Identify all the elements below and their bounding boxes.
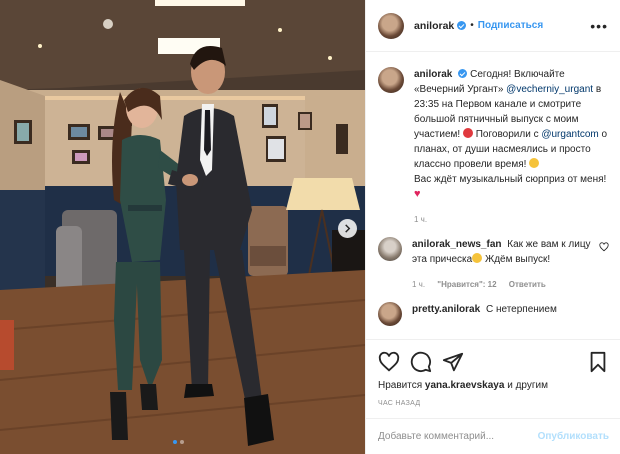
paper-plane-icon[interactable] <box>442 351 464 373</box>
red-heart-emoji-icon: ♥ <box>414 188 421 200</box>
comment-item: anilorak_news_fan Как же вам к лицу эта … <box>378 237 609 292</box>
comment-icon[interactable] <box>410 351 432 373</box>
caption-avatar[interactable] <box>378 67 404 93</box>
header-separator: • <box>470 20 474 31</box>
comment-username[interactable]: anilorak_news_fan <box>412 239 501 250</box>
add-comment-bar: Опубликовать <box>366 418 620 454</box>
carousel-dot-active <box>173 440 177 444</box>
more-options-icon[interactable]: ••• <box>590 18 608 34</box>
post-actions: Нравится yana.kraevskaya и другим час на… <box>366 339 620 417</box>
post-side-panel: anilorak • Подписаться ••• anilorak Сего… <box>365 0 620 454</box>
comment-likes-count[interactable]: "Нравится": 12 <box>437 280 496 289</box>
comment-body: anilorak_news_fan Как же вам к лицу эта … <box>412 237 602 292</box>
caption-mention-vecherniy[interactable]: @vecherniy_urgant <box>506 84 593 95</box>
caption-username[interactable]: anilorak <box>414 69 452 80</box>
author-username[interactable]: anilorak <box>414 20 454 32</box>
grinning-emoji-icon <box>529 158 540 168</box>
instagram-post: anilorak • Подписаться ••• anilorak Сего… <box>0 0 620 454</box>
photo-illustration <box>0 0 365 454</box>
chevron-right-icon <box>345 224 351 233</box>
heart-eyes-emoji-icon <box>472 253 483 263</box>
caption-mention-urgantcom[interactable]: @urgantcom <box>541 129 598 140</box>
comment-meta: 1 ч. "Нравится": 12 Ответить <box>412 277 602 292</box>
author-avatar[interactable] <box>378 12 404 39</box>
comment-body: pretty.anilorak С нетерпением <box>412 302 609 326</box>
action-icons <box>378 350 609 374</box>
commenter-avatar[interactable] <box>378 302 402 326</box>
comment-time[interactable]: 1 ч. <box>412 280 425 289</box>
caption-text-3: Поговорили с <box>472 129 542 140</box>
caption-time[interactable]: 1 ч. <box>414 215 427 224</box>
likes-suffix[interactable]: и другим <box>504 380 548 391</box>
likes-summary: Нравится yana.kraevskaya и другим <box>378 380 609 391</box>
reply-button[interactable]: Ответить <box>509 280 546 289</box>
comment-input[interactable] <box>378 431 538 442</box>
anger-emoji-icon <box>462 128 473 138</box>
verified-badge-icon <box>458 69 468 78</box>
carousel-dot <box>180 440 184 444</box>
comment-text-after: Ждём выпуск! <box>482 254 551 265</box>
post-timestamp[interactable]: час назад <box>378 400 609 407</box>
follow-button[interactable]: Подписаться <box>478 20 543 31</box>
next-photo-button[interactable] <box>338 219 357 238</box>
caption: anilorak Сегодня! Включайте «Вечерний Ур… <box>378 67 609 227</box>
bookmark-icon[interactable] <box>587 351 609 373</box>
caption-meta: 1 ч. <box>414 212 609 227</box>
caption-body: anilorak Сегодня! Включайте «Вечерний Ур… <box>414 67 609 227</box>
likes-user[interactable]: yana.kraevskaya <box>425 380 505 391</box>
likes-prefix: Нравится <box>378 380 425 391</box>
comments-list[interactable]: anilorak Сегодня! Включайте «Вечерний Ур… <box>366 53 620 338</box>
post-photo[interactable] <box>0 0 365 454</box>
verified-badge-icon <box>457 21 467 30</box>
publish-button[interactable]: Опубликовать <box>538 431 609 442</box>
comment-like-heart-icon[interactable] <box>599 242 609 252</box>
heart-icon[interactable] <box>378 351 400 373</box>
post-header: anilorak • Подписаться ••• <box>366 0 620 52</box>
commenter-avatar[interactable] <box>378 237 402 261</box>
carousel-dots <box>173 440 184 444</box>
comment-username[interactable]: pretty.anilorak <box>412 304 480 315</box>
caption-text-5: Вас ждёт музыкальный сюрприз от меня! <box>414 174 607 185</box>
comment-text: С нетерпением <box>485 304 557 315</box>
comment-item: pretty.anilorak С нетерпением <box>378 302 609 326</box>
